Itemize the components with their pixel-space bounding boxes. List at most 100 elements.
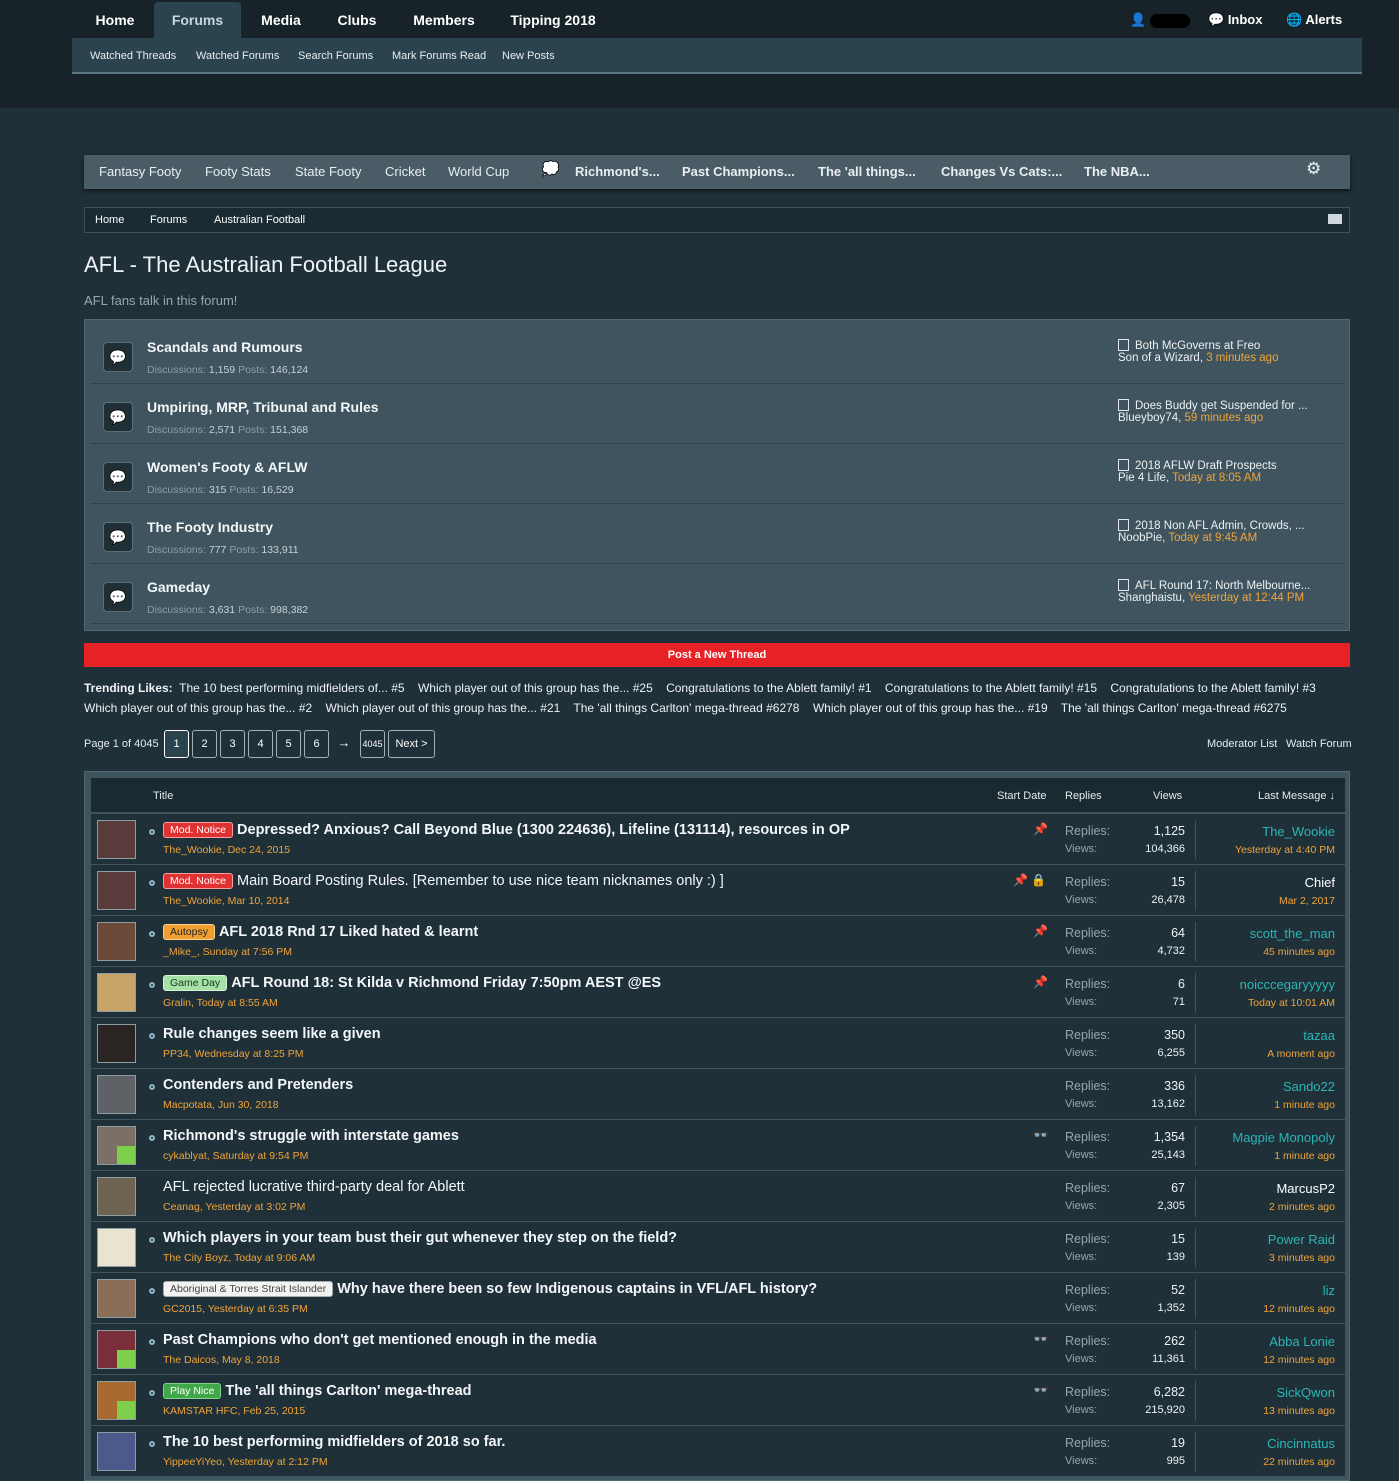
column-replies[interactable]: Replies xyxy=(1065,778,1102,814)
forum-title[interactable]: The Footy Industry xyxy=(147,519,273,535)
last-post-time[interactable]: 13 minutes ago xyxy=(1263,1405,1335,1417)
thread-meta[interactable]: _Mike_, Sunday at 7:56 PM xyxy=(163,946,292,958)
avatar[interactable] xyxy=(97,1330,136,1369)
thread-prefix[interactable]: Autopsy xyxy=(163,924,215,940)
thread-title[interactable]: Which players in your team bust their gu… xyxy=(163,1230,677,1246)
table-row[interactable]: Rule changes seem like a given PP34, Wedn… xyxy=(91,1018,1345,1069)
avatar[interactable] xyxy=(97,1075,136,1114)
breadcrumb-australian-football[interactable]: Australian Football xyxy=(214,208,305,232)
last-poster[interactable]: liz xyxy=(1323,1283,1335,1298)
trending-item[interactable]: The 'all things Carlton' mega-thread #62… xyxy=(1061,701,1287,715)
unread-indicator-icon[interactable] xyxy=(149,1084,155,1090)
page-button-5[interactable]: 5 xyxy=(276,730,301,758)
thread-meta[interactable]: The City Boyz, Today at 9:06 AM xyxy=(163,1252,315,1264)
thread-title[interactable]: Autopsy AFL 2018 Rnd 17 Liked hated & lea… xyxy=(163,924,478,940)
forum-last-post[interactable]: Both McGoverns at Freo Son of a Wizard, 3… xyxy=(1118,339,1338,364)
forum-row[interactable]: 💬 Gameday Discussions: 3,631 Posts: 998,… xyxy=(91,564,1345,624)
avatar[interactable] xyxy=(97,1177,136,1216)
table-row[interactable]: Game Day AFL Round 18: St Kilda v Richmon… xyxy=(91,967,1345,1018)
last-poster[interactable]: SickQwon xyxy=(1276,1385,1335,1400)
avatar[interactable] xyxy=(97,1024,136,1063)
forum-title[interactable]: Gameday xyxy=(147,579,210,595)
subnav-watched-forums[interactable]: Watched Forums xyxy=(196,38,279,74)
quicklink-footy-stats[interactable]: Footy Stats xyxy=(205,155,271,189)
trending-item[interactable]: Which player out of this group has the..… xyxy=(84,701,312,715)
thread-meta[interactable]: GC2015, Yesterday at 6:35 PM xyxy=(163,1303,308,1315)
user-menu[interactable]: 👤 xyxy=(1130,0,1190,38)
thread-title[interactable]: Play Nice The 'all things Carlton' mega-t… xyxy=(163,1383,472,1399)
thread-title-text[interactable]: Richmond's struggle with interstate game… xyxy=(163,1128,459,1144)
thread-prefix[interactable]: Game Day xyxy=(163,975,228,991)
unread-indicator-icon[interactable] xyxy=(149,931,155,937)
unread-indicator-icon[interactable] xyxy=(149,982,155,988)
forum-row[interactable]: 💬 Scandals and Rumours Discussions: 1,15… xyxy=(91,324,1345,384)
thread-meta[interactable]: The_Wookie, Dec 24, 2015 xyxy=(163,844,290,856)
table-row[interactable]: Which players in your team bust their gu… xyxy=(91,1222,1345,1273)
last-post-time[interactable]: Mar 2, 2017 xyxy=(1279,895,1335,907)
quicklink-cricket[interactable]: Cricket xyxy=(385,155,425,189)
thread-meta[interactable]: The_Wookie, Mar 10, 2014 xyxy=(163,895,289,907)
last-post-time[interactable]: 12 minutes ago xyxy=(1263,1303,1335,1315)
thread-title[interactable]: Mod. Notice Main Board Posting Rules. [Re… xyxy=(163,873,724,889)
thread-title-text[interactable]: Rule changes seem like a given xyxy=(163,1026,381,1042)
quicklink-state-footy[interactable]: State Footy xyxy=(295,155,361,189)
trending-item[interactable]: Congratulations to the Ablett family! #1… xyxy=(885,681,1097,695)
avatar[interactable] xyxy=(97,1228,136,1267)
thread-title[interactable]: Aboriginal & Torres Strait Islander Why h… xyxy=(163,1281,817,1297)
last-poster[interactable]: noicccegaryyyyy xyxy=(1240,977,1335,992)
last-poster[interactable]: Chief xyxy=(1305,875,1335,890)
avatar[interactable] xyxy=(97,1381,136,1420)
unread-indicator-icon[interactable] xyxy=(149,1390,155,1396)
avatar[interactable] xyxy=(97,1432,136,1471)
page-button-6[interactable]: 6 xyxy=(304,730,329,758)
thread-title[interactable]: Game Day AFL Round 18: St Kilda v Richmon… xyxy=(163,975,661,991)
trending-item[interactable]: Which player out of this group has the..… xyxy=(325,701,560,715)
breadcrumb-home[interactable]: Home xyxy=(95,208,124,232)
table-row[interactable]: Richmond's struggle with interstate game… xyxy=(91,1120,1345,1171)
thread-title[interactable]: AFL rejected lucrative third-party deal … xyxy=(163,1179,465,1195)
quicklink-world-cup[interactable]: World Cup xyxy=(448,155,509,189)
thread-prefix[interactable]: Mod. Notice xyxy=(163,822,234,838)
tab-forums[interactable]: Forums xyxy=(154,2,241,38)
forum-last-post[interactable]: 2018 AFLW Draft Prospects Pie 4 Life, Tod… xyxy=(1118,459,1338,484)
column-last-message[interactable]: Last Message ↓ xyxy=(1258,778,1335,814)
last-poster[interactable]: Abba Lonie xyxy=(1269,1334,1335,1349)
thread-meta[interactable]: cykablyat, Saturday at 9:54 PM xyxy=(163,1150,308,1162)
trending-item[interactable]: Congratulations to the Ablett family! #3 xyxy=(1110,681,1315,695)
subnav-new-posts[interactable]: New Posts xyxy=(502,38,555,74)
last-poster[interactable]: MarcusP2 xyxy=(1276,1181,1335,1196)
forum-last-post[interactable]: AFL Round 17: North Melbourne... Shanghai… xyxy=(1118,579,1338,604)
last-poster[interactable]: Cincinnatus xyxy=(1267,1436,1335,1451)
forum-last-post[interactable]: Does Buddy get Suspended for ... Blueyboy… xyxy=(1118,399,1338,424)
column-start-date[interactable]: Start Date xyxy=(997,778,1047,814)
thread-title[interactable]: Richmond's struggle with interstate game… xyxy=(163,1128,459,1144)
last-poster[interactable]: Sando22 xyxy=(1283,1079,1335,1094)
column-views[interactable]: Views xyxy=(1153,778,1182,814)
thread-title-text[interactable]: AFL 2018 Rnd 17 Liked hated & learnt xyxy=(219,924,478,940)
thread-meta[interactable]: Ceanag, Yesterday at 3:02 PM xyxy=(163,1201,305,1213)
thread-title[interactable]: Past Champions who don't get mentioned e… xyxy=(163,1332,597,1348)
avatar[interactable] xyxy=(97,871,136,910)
thread-meta[interactable]: PP34, Wednesday at 8:25 PM xyxy=(163,1048,303,1060)
table-row[interactable]: Aboriginal & Torres Strait Islander Why h… xyxy=(91,1273,1345,1324)
last-post-time[interactable]: A moment ago xyxy=(1267,1048,1335,1060)
subnav-watched-threads[interactable]: Watched Threads xyxy=(90,38,176,74)
forum-row[interactable]: 💬 The Footy Industry Discussions: 777 Po… xyxy=(91,504,1345,564)
thread-meta[interactable]: YippeeYiYeo, Yesterday at 2:12 PM xyxy=(163,1456,328,1468)
table-row[interactable]: Autopsy AFL 2018 Rnd 17 Liked hated & lea… xyxy=(91,916,1345,967)
thread-prefix[interactable]: Aboriginal & Torres Strait Islander xyxy=(163,1281,334,1297)
tab-home[interactable]: Home xyxy=(78,2,152,38)
subnav-search-forums[interactable]: Search Forums xyxy=(298,38,373,74)
table-row[interactable]: The 10 best performing midfielders of 20… xyxy=(91,1426,1345,1477)
tab-media[interactable]: Media xyxy=(250,2,312,38)
last-poster[interactable]: Power Raid xyxy=(1268,1232,1335,1247)
trending-item[interactable]: Congratulations to the Ablett family! #1 xyxy=(666,681,871,695)
thread-meta[interactable]: KAMSTAR HFC, Feb 25, 2015 xyxy=(163,1405,305,1417)
last-post-time[interactable]: 2 minutes ago xyxy=(1269,1201,1335,1213)
table-row[interactable]: Mod. Notice Depressed? Anxious? Call Beyo… xyxy=(91,814,1345,865)
sitemap-icon[interactable] xyxy=(1328,214,1342,224)
last-post-time[interactable]: 3 minutes ago xyxy=(1269,1252,1335,1264)
thread-title-text[interactable]: The 'all things Carlton' mega-thread xyxy=(225,1383,471,1399)
avatar[interactable] xyxy=(97,973,136,1012)
last-post-time[interactable]: 45 minutes ago xyxy=(1263,946,1335,958)
